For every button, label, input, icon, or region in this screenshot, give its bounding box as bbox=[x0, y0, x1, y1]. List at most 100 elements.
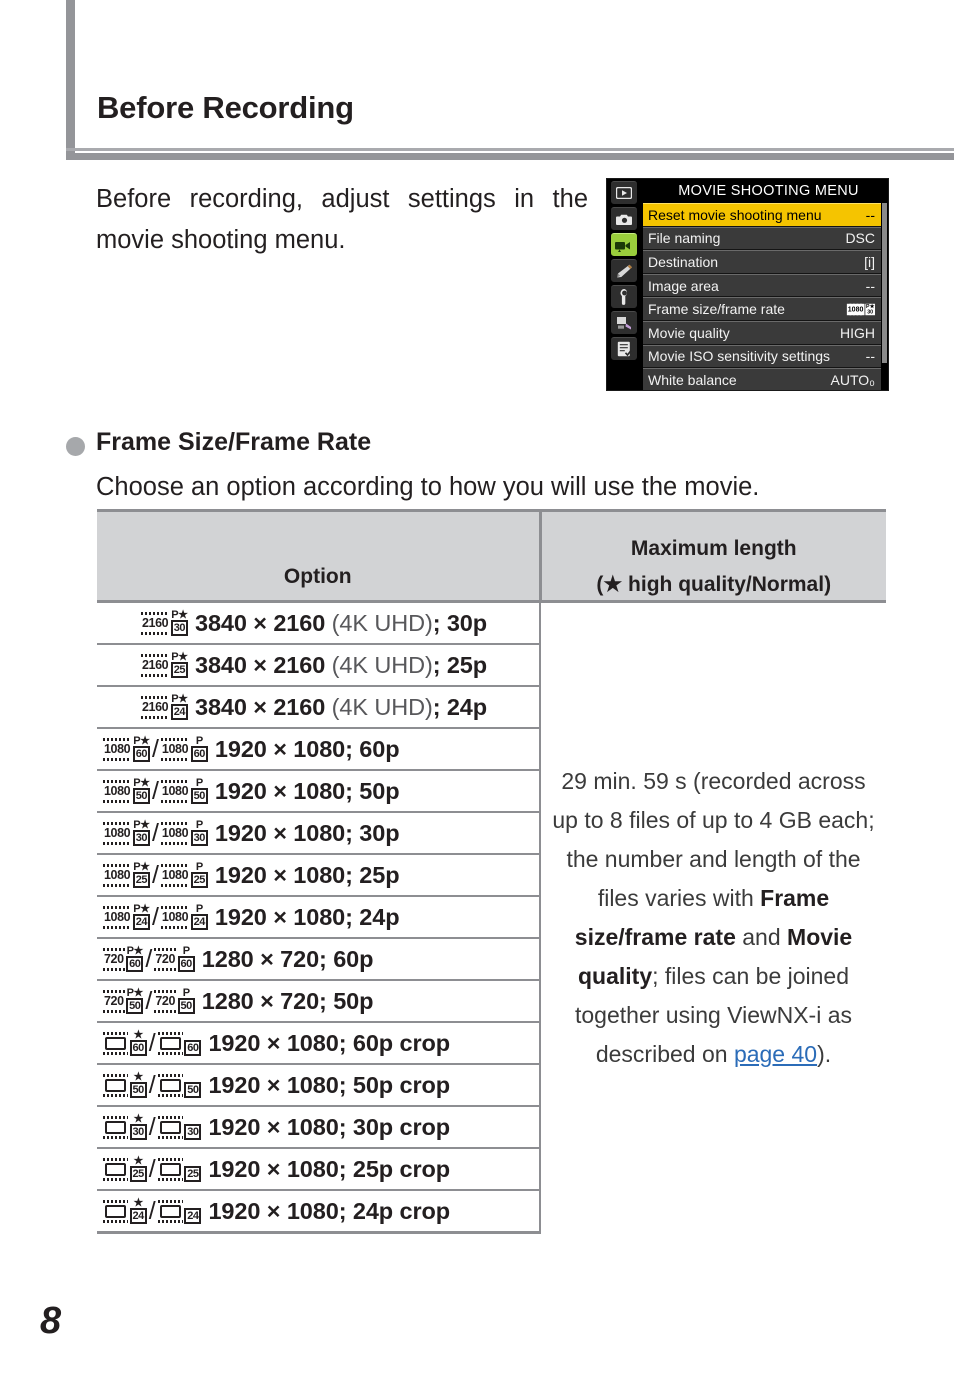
camera-menu-scrollbar[interactable] bbox=[882, 203, 887, 363]
crop-frame-rate-icon: 60 bbox=[157, 1030, 202, 1056]
quality-mark bbox=[192, 1156, 195, 1166]
camera-menu-item-value: DSC bbox=[845, 230, 875, 247]
option-label-main: 1920 × 1080; 50p crop bbox=[208, 1071, 450, 1098]
frame-size-rate-icon: 1080 P★ 50 bbox=[103, 778, 150, 804]
film-strip-icon: 1080 bbox=[103, 863, 132, 887]
frame-rate-number: 50 bbox=[129, 1082, 147, 1098]
option-label-rate: ; 25p bbox=[432, 651, 488, 678]
icon-separator: / bbox=[145, 944, 153, 973]
film-strip-icon: 2160 bbox=[141, 695, 170, 719]
page-header: Before Recording bbox=[75, 0, 954, 148]
page-reference-link[interactable]: page 40 bbox=[734, 1041, 817, 1067]
option-label-main: 1920 × 1080; 30p crop bbox=[208, 1113, 450, 1140]
option-icons: 1080 P★ 30/1080 P 30 bbox=[103, 819, 208, 848]
camera-menu-item-movie-quality[interactable]: Movie quality HIGH bbox=[643, 320, 881, 345]
camera-menu-item-label: Destination bbox=[648, 253, 719, 270]
option-label: 1920 × 1080; 24p crop bbox=[208, 1198, 450, 1224]
film-strip-icon: 720 bbox=[103, 947, 125, 971]
crop-frame-rate-icon: ★ 24 bbox=[103, 1198, 147, 1224]
icon-separator: / bbox=[145, 986, 153, 1015]
frame-rate-number: 24 bbox=[170, 704, 188, 720]
intro-paragraph: Before recording, adjust settings in the… bbox=[96, 185, 588, 254]
setup-wrench-icon[interactable] bbox=[611, 285, 637, 308]
film-strip-icon: 1080 bbox=[103, 905, 132, 929]
option-label-main: 3840 × 2160 bbox=[194, 651, 326, 678]
quality-mark: P★ bbox=[133, 861, 150, 873]
option-label-main: 3840 × 2160 bbox=[194, 609, 326, 636]
frame-rate-badge: 25 bbox=[184, 1156, 202, 1182]
option-label-main: 1280 × 720; 50p bbox=[201, 987, 374, 1014]
playback-icon[interactable] bbox=[611, 181, 637, 204]
frame-size-glyph-icon: 1080 P★ 30 bbox=[846, 303, 875, 315]
camera-menu-item-frame-size[interactable]: Frame size/frame rate 1080 P★ 30 bbox=[643, 297, 881, 321]
frame-rate-number: 25 bbox=[184, 1166, 202, 1182]
quality-mark: P★ bbox=[133, 777, 150, 789]
camera-menu-screenshot: MOVIE SHOOTING MENU Reset movie shooting… bbox=[606, 178, 889, 391]
frame-rate-badge: P 50 bbox=[190, 778, 208, 804]
camera-menu-item-reset[interactable]: Reset movie shooting menu -- bbox=[643, 203, 881, 227]
movie-shooting-icon[interactable] bbox=[611, 233, 637, 256]
camera-menu-item-label: White balance bbox=[648, 371, 737, 388]
frame-size-rate-icon: 1080 P 60 bbox=[160, 736, 208, 762]
crop-rect-icon bbox=[159, 1162, 181, 1176]
option-cell: ★ 24/ 24 1920 × 1080; 24p crop bbox=[97, 1190, 541, 1234]
frame-rate-badge: 60 bbox=[184, 1030, 202, 1056]
crop-frame-rate-icon: 50 bbox=[157, 1072, 202, 1098]
film-strip-icon: 1080 bbox=[160, 821, 190, 845]
camera-menu-item-value: 1080 P★ 30 bbox=[843, 303, 881, 316]
quality-mark: ★ bbox=[133, 1197, 143, 1209]
option-label-main: 1920 × 1080; 24p bbox=[214, 903, 400, 930]
film-strip-icon: 1080 bbox=[103, 737, 132, 761]
my-menu-checklist-icon[interactable] bbox=[611, 337, 637, 360]
option-label: 1920 × 1080; 60p bbox=[215, 736, 400, 762]
option-cell: 720 P★ 50/720 P 50 1280 × 720; 50p bbox=[97, 980, 541, 1023]
frame-rate-number: 25 bbox=[190, 872, 208, 888]
frame-rate-number: 60 bbox=[177, 956, 195, 972]
retouch-brush-icon[interactable] bbox=[611, 311, 637, 334]
frame-size-rate-icon: 1080 P 24 bbox=[160, 904, 208, 930]
camera-menu-item-image-area[interactable]: Image area -- bbox=[643, 273, 881, 298]
film-strip-icon bbox=[103, 1157, 128, 1181]
camera-menu-item-value: -- bbox=[865, 206, 875, 223]
camera-menu-item-file-naming[interactable]: File naming DSC bbox=[643, 226, 881, 251]
option-icons: 1080 P★ 50/1080 P 50 bbox=[103, 777, 208, 806]
icon-separator: / bbox=[148, 1070, 156, 1099]
icon-separator: / bbox=[148, 1112, 156, 1141]
quality-mark bbox=[192, 1114, 195, 1124]
photo-shooting-icon[interactable] bbox=[611, 207, 637, 230]
frame-rate-badge: P★ 50 bbox=[132, 777, 150, 804]
frame-rate-badge: P★ 60 bbox=[126, 945, 144, 972]
quality-mark: P★ bbox=[126, 945, 144, 957]
quality-mark: ★ bbox=[133, 1071, 143, 1083]
option-label-main: 1280 × 720; 60p bbox=[201, 945, 374, 972]
icon-separator: / bbox=[148, 1196, 156, 1225]
option-icons: ★ 24/ 24 bbox=[103, 1196, 202, 1226]
frame-rate-badge: ★ 50 bbox=[129, 1071, 147, 1098]
icon-separator: / bbox=[151, 902, 159, 931]
camera-menu-item-white-balance[interactable]: White balance AUTO₀ bbox=[643, 368, 881, 390]
option-label-rate: ; 30p bbox=[432, 609, 488, 636]
frame-rate-badge: P 60 bbox=[177, 946, 195, 972]
option-label: 1920 × 1080; 50p crop bbox=[208, 1072, 450, 1098]
option-label: 1920 × 1080; 50p bbox=[215, 778, 400, 804]
quality-mark: P★ bbox=[171, 609, 188, 621]
option-cell: ★ 30/ 30 1920 × 1080; 30p crop bbox=[97, 1106, 541, 1149]
film-strip-icon bbox=[157, 1157, 183, 1181]
frame-rate-badge: 24 bbox=[184, 1198, 202, 1224]
camera-menu-item-label: File naming bbox=[648, 230, 721, 247]
option-cell: ★ 25/ 25 1920 × 1080; 25p crop bbox=[97, 1148, 541, 1191]
custom-settings-pencil-icon[interactable] bbox=[611, 259, 637, 282]
option-icons: 1080 P★ 24/1080 P 24 bbox=[103, 903, 208, 932]
frame-rate-number: 25 bbox=[129, 1166, 147, 1182]
camera-menu-item-movie-iso[interactable]: Movie ISO sensitivity settings -- bbox=[643, 344, 881, 369]
frame-rate-number: 60 bbox=[126, 956, 144, 972]
option-label: 1920 × 1080; 25p bbox=[215, 862, 400, 888]
frame-rate-badge: P★ 30 bbox=[170, 609, 188, 636]
film-strip-icon: 1080 bbox=[160, 905, 190, 929]
option-label-note: (4K UHD) bbox=[325, 651, 433, 678]
section-subtitle: Choose an option according to how you wi… bbox=[96, 473, 760, 501]
camera-menu-item-destination[interactable]: Destination [i] bbox=[643, 250, 881, 274]
quality-mark: P★ bbox=[171, 693, 188, 705]
crop-frame-rate-icon: ★ 60 bbox=[103, 1030, 147, 1056]
icon-separator: / bbox=[151, 860, 159, 889]
